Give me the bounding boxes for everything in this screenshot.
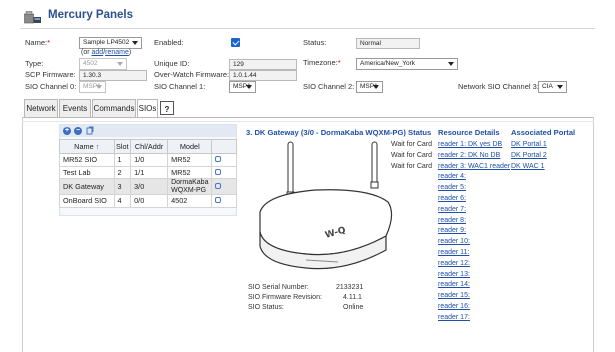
add-link[interactable]: add: [92, 49, 104, 56]
panel-separator: [22, 121, 594, 122]
reader-link[interactable]: reader 1: DK yes DB: [438, 141, 502, 148]
sio-channel-2-label: SIO Channel 2:: [303, 82, 355, 91]
reader-link[interactable]: reader 6:: [438, 195, 466, 202]
enabled-label: Enabled:: [154, 38, 184, 47]
sio-channel-0-label: SIO Channel 0:: [25, 82, 77, 91]
tab-network[interactable]: Network: [24, 99, 58, 117]
overwatch-firmware-label: Over-Watch Firmware:: [154, 70, 230, 79]
sio-channel-1-select[interactable]: MSP1: [229, 81, 256, 93]
tab-sios[interactable]: SIOs: [137, 99, 158, 118]
scp-firmware-label: SCP Firmware:: [25, 70, 76, 79]
sio-table: Name ↑ Slot Chl/Addr Model MR52 SIO 1 1/…: [59, 139, 237, 208]
name-select[interactable]: Sample LP4502: [79, 37, 142, 49]
network-sio-channel-3-select[interactable]: CIA: [538, 81, 567, 93]
col-model-header[interactable]: Model: [167, 139, 213, 154]
sio-channel-0-select: MSP1: [79, 81, 106, 93]
network-sio-channel-3-label: Network SIO Channel 3:: [458, 82, 539, 91]
type-select: 4502: [79, 58, 127, 70]
portal-link[interactable]: DK Portal 2: [511, 152, 547, 159]
row-edit-icon[interactable]: [211, 194, 237, 208]
panel-icon: [24, 11, 42, 24]
reader-link[interactable]: reader 4:: [438, 173, 466, 180]
tab-events[interactable]: Events: [59, 99, 91, 117]
portal-column-header: Associated Portal: [511, 128, 576, 137]
firmware-revision-label: SIO Firmware Revision:: [248, 294, 322, 301]
tab-commands[interactable]: Commands: [92, 99, 136, 117]
sio-channel-2-select[interactable]: MSP1: [356, 81, 383, 93]
add-rename-links: (or add/rename): [81, 49, 132, 56]
edit-icon[interactable]: [86, 126, 94, 137]
reader-link[interactable]: reader 10:: [438, 238, 470, 245]
page-title: Mercury Panels: [48, 9, 134, 21]
name-label: Name:*: [25, 38, 51, 47]
rename-link[interactable]: rename: [105, 49, 129, 56]
row-edit-icon[interactable]: [211, 153, 237, 167]
scp-firmware-field: 1.30.3: [79, 70, 147, 81]
add-icon[interactable]: +: [63, 127, 71, 135]
reader-link[interactable]: reader 2: DK No DB: [438, 152, 500, 159]
overwatch-firmware-field: 1.0.1.44: [229, 70, 297, 81]
reader-link[interactable]: reader 13:: [438, 271, 470, 278]
type-label: Type:: [25, 59, 44, 68]
reader-link[interactable]: reader 17:: [438, 314, 470, 321]
title-divider: [20, 28, 595, 29]
serial-number-value: 2133231: [336, 284, 364, 291]
serial-number-label: SIO Serial Number:: [248, 284, 309, 291]
table-row[interactable]: MR52 SIO 1 1/0 MR52: [59, 153, 237, 167]
reader-status: Wait for Card: [391, 141, 432, 148]
portal-link[interactable]: DK Portal 1: [511, 141, 547, 148]
resource-column-header: Resource Details: [438, 128, 500, 137]
status-label: Status:: [303, 38, 327, 47]
portal-link[interactable]: DK WAC 1: [511, 163, 545, 170]
timezone-label: Timezone:*: [303, 58, 341, 67]
reader-link[interactable]: reader 16:: [438, 303, 470, 310]
col-chl-header[interactable]: Chl/Addr: [130, 139, 169, 154]
sio-status-label: SIO Status:: [248, 304, 284, 311]
row-edit-icon[interactable]: [211, 178, 237, 195]
table-row[interactable]: Test Lab 2 1/1 MR52: [59, 165, 237, 179]
reader-status: Wait for Card: [391, 151, 432, 159]
sort-asc-icon: ↑: [95, 142, 100, 151]
reader-link[interactable]: reader 9:: [438, 227, 466, 234]
unique-id-label: Unique ID:: [154, 59, 190, 68]
device-image: W-Q: [246, 140, 396, 280]
sio-status-value: Online: [343, 304, 364, 311]
table-row[interactable]: OnBoard SIO 4 0/0 4502: [59, 194, 237, 208]
reader-link[interactable]: reader 11:: [438, 249, 469, 256]
reader-status: Wait for Card: [391, 162, 432, 170]
reader-link[interactable]: reader 14:: [438, 281, 470, 288]
remove-icon[interactable]: −: [74, 127, 82, 135]
col-name-header[interactable]: Name ↑: [59, 139, 115, 154]
row-edit-icon[interactable]: [211, 165, 237, 179]
reader-link[interactable]: reader 15:: [438, 292, 470, 299]
sio-channel-1-label: SIO Channel 1:: [154, 82, 206, 91]
reader-link[interactable]: reader 3: WAC1 reader: [438, 163, 510, 170]
help-tab[interactable]: ?: [160, 101, 174, 115]
reader-link[interactable]: reader 7:: [438, 206, 466, 213]
reader-link[interactable]: reader 8:: [438, 217, 466, 224]
reader-link[interactable]: reader 12:: [438, 260, 470, 267]
firmware-revision-value: 4.11.1: [343, 294, 362, 301]
reader-link[interactable]: reader 5:: [438, 184, 466, 191]
table-row[interactable]: DK Gateway 3 3/0 DormaKaba WQXM-PG: [59, 178, 237, 195]
col-slot-header[interactable]: Slot: [113, 139, 132, 154]
col-action-header: [211, 139, 237, 154]
status-column-header: Status: [408, 128, 432, 137]
enabled-checkbox[interactable]: [231, 38, 240, 47]
detail-title: 3. DK Gateway (3/0 - DormaKaba WQXM-PG): [246, 128, 406, 137]
status-field: Normal: [356, 38, 420, 49]
timezone-select[interactable]: America/New_York: [356, 58, 458, 70]
unique-id-field: 129: [229, 59, 297, 70]
